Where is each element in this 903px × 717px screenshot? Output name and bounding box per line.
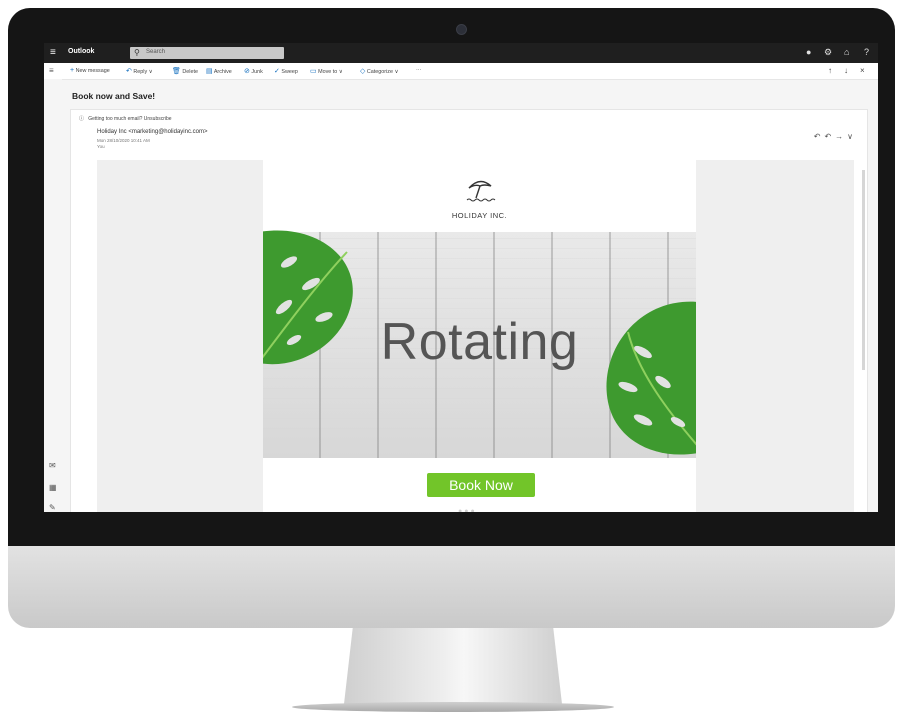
categorize-button[interactable]: ◇ Categorize ∨ xyxy=(360,67,398,75)
reply-icon: ↶ xyxy=(126,68,132,75)
info-icon: ⓘ xyxy=(79,116,85,122)
search-icon: ⚲ xyxy=(134,48,140,57)
new-message-label: New message xyxy=(75,68,110,74)
attach-icon[interactable]: ✎ xyxy=(49,503,56,512)
archive-label: Archive xyxy=(213,69,232,75)
scrollbar[interactable] xyxy=(862,170,865,370)
app-name: Outlook xyxy=(68,48,95,55)
move-to-button[interactable]: ▭ Move to ∨ xyxy=(310,67,343,75)
message-subject: Book now and Save! xyxy=(72,91,156,101)
email-gutter-right xyxy=(696,160,854,512)
feedback-icon[interactable]: ⌂ xyxy=(844,47,849,57)
broom-icon: ✓ xyxy=(274,68,280,75)
settings-icon[interactable]: ⚙ xyxy=(824,47,832,58)
message-recipient: You xyxy=(97,144,105,149)
hero-banner: Rotating xyxy=(263,230,696,458)
delete-button[interactable]: 🗑 Delete xyxy=(172,67,198,75)
monitor-screen: ≡ Outlook ⚲ Search ● ⚙ ⌂ ? ≡ + New messa… xyxy=(44,43,878,512)
categorize-label: Categorize xyxy=(366,69,393,75)
mail-icon[interactable]: ✉ xyxy=(49,461,56,470)
carousel-dots[interactable]: ●●● xyxy=(458,508,477,512)
search-placeholder: Search xyxy=(146,49,166,55)
monitor-stand xyxy=(344,628,562,704)
reading-pane: ⓘ Getting too much email? Unsubscribe Ho… xyxy=(70,109,868,512)
tag-icon: ◇ xyxy=(360,68,366,75)
hamburger-icon[interactable]: ≡ xyxy=(49,66,54,75)
unsubscribe-info[interactable]: ⓘ Getting too much email? Unsubscribe xyxy=(79,115,172,122)
new-message-button[interactable]: + New message xyxy=(70,67,110,74)
help-icon[interactable]: ? xyxy=(864,47,869,57)
archive-button[interactable]: ▤ Archive xyxy=(206,67,232,75)
trash-icon: 🗑 xyxy=(172,68,181,75)
reply-label: Reply xyxy=(133,69,148,75)
junk-icon: ⊘ xyxy=(244,68,250,75)
archive-icon: ▤ xyxy=(206,68,213,75)
info-bar-text: Getting too much email? Unsubscribe xyxy=(88,116,172,122)
logo-text: HOLIDAY INC. xyxy=(451,211,508,220)
top-bar: ≡ Outlook ⚲ Search ● ⚙ ⌂ ? xyxy=(44,43,878,63)
arrow-up-icon[interactable]: ↑ xyxy=(828,66,832,75)
monitor-base xyxy=(292,702,614,712)
folder-icon: ▭ xyxy=(310,68,317,75)
move-to-label: Move to xyxy=(318,69,338,75)
sender-name[interactable]: Holiday Inc <marketing@holidayinc.com> xyxy=(97,129,207,135)
close-icon[interactable]: × xyxy=(860,66,865,75)
umbrella-logo-icon xyxy=(466,180,495,202)
skype-icon[interactable]: ● xyxy=(806,47,811,57)
delete-label: Delete xyxy=(182,69,198,75)
hero-title: Rotating xyxy=(380,313,579,371)
sweep-label: Sweep xyxy=(281,69,298,75)
monitor-chin xyxy=(8,546,895,628)
email-gutter-left xyxy=(97,160,263,512)
junk-button[interactable]: ⊘ Junk xyxy=(244,67,263,75)
sweep-button[interactable]: ✓ Sweep xyxy=(274,67,298,75)
calendar-icon[interactable]: ▦ xyxy=(49,483,57,492)
webcam xyxy=(456,24,467,35)
email-body: HOLIDAY INC. Rotating Book Now ●●● xyxy=(263,160,696,512)
plus-icon: + xyxy=(70,67,75,74)
app-launcher-icon[interactable]: ≡ xyxy=(50,47,56,59)
reply-button[interactable]: ↶ Reply ∨ xyxy=(126,67,153,75)
command-bar: ≡ + New message ↶ Reply ∨ 🗑 Delete ▤ Arc… xyxy=(44,63,878,80)
message-date: Mon 28/10/2020 10:41 AM xyxy=(97,138,150,143)
arrow-down-icon[interactable]: ↓ xyxy=(844,66,848,75)
more-options-button[interactable]: ··· xyxy=(416,67,421,73)
junk-label: Junk xyxy=(251,69,263,75)
brand-logo: HOLIDAY INC. xyxy=(263,176,696,220)
chevron-down-icon: ∨ xyxy=(148,69,153,75)
book-now-button[interactable]: Book Now xyxy=(427,473,535,497)
left-rail: ✉ ▦ ✎ xyxy=(44,79,62,512)
message-actions[interactable]: ↶↶→∨ xyxy=(814,132,857,141)
search-input[interactable]: ⚲ Search xyxy=(130,47,284,59)
